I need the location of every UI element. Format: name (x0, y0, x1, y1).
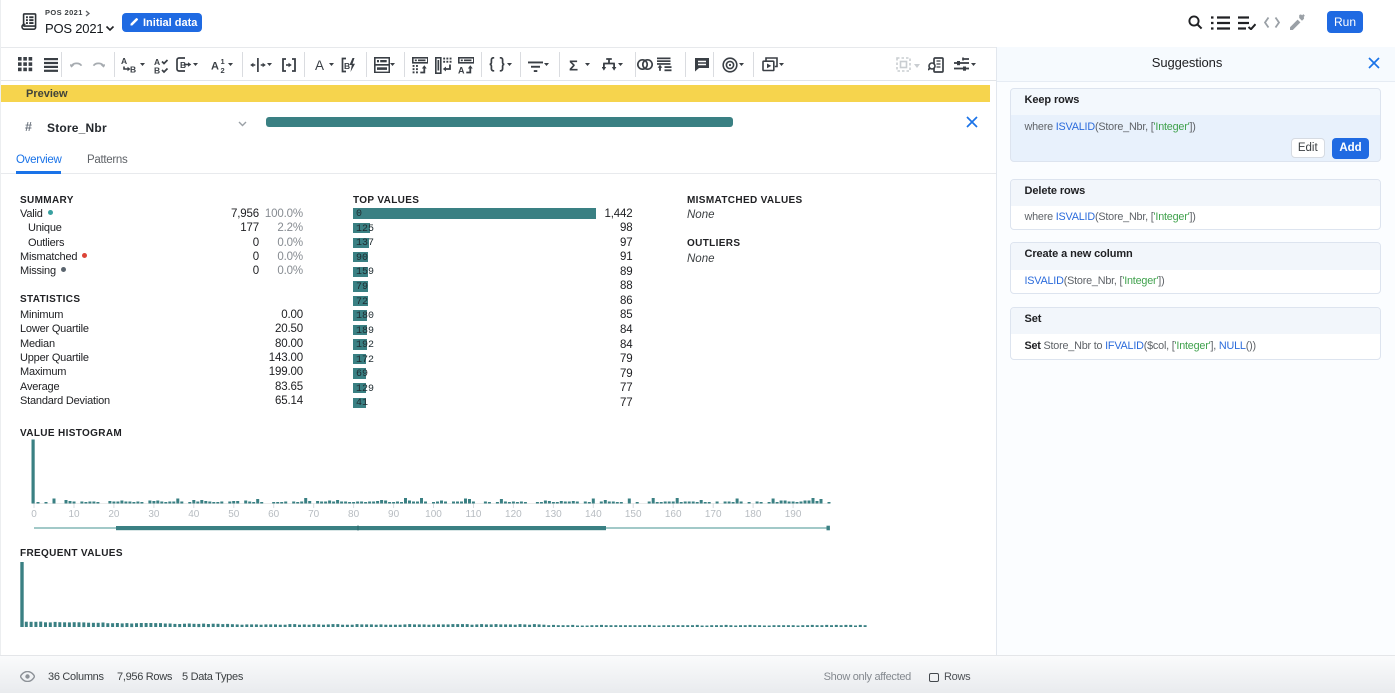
svg-text:120: 120 (505, 509, 522, 520)
svg-text:180: 180 (745, 509, 762, 520)
svg-text:170: 170 (705, 509, 722, 520)
svg-text:50: 50 (228, 509, 240, 520)
svg-text:160: 160 (665, 509, 682, 520)
svg-text:B: B (154, 65, 160, 74)
svg-text:80: 80 (348, 509, 360, 520)
svg-text:90: 90 (388, 509, 400, 520)
svg-text:Σ: Σ (569, 57, 578, 73)
svg-text:B: B (130, 64, 136, 74)
svg-text:A: A (315, 58, 324, 73)
svg-text:110: 110 (466, 509, 482, 520)
svg-text:30: 30 (148, 509, 160, 520)
svg-text:130: 130 (545, 509, 562, 520)
svg-text:A: A (458, 65, 465, 74)
svg-text:0: 0 (31, 509, 37, 520)
svg-text:150: 150 (625, 509, 642, 520)
svg-text:2: 2 (220, 66, 224, 74)
svg-text:1: 1 (220, 57, 224, 66)
svg-text:10: 10 (68, 509, 80, 520)
svg-text:A: A (121, 57, 127, 66)
svg-text:20: 20 (108, 509, 120, 520)
svg-text:A: A (211, 60, 219, 72)
svg-text:70: 70 (308, 509, 320, 520)
svg-text:190: 190 (785, 509, 802, 520)
svg-text:40: 40 (188, 509, 200, 520)
svg-text:140: 140 (585, 509, 602, 520)
svg-text:B: B (344, 61, 350, 71)
svg-text:100: 100 (425, 509, 442, 520)
svg-text:60: 60 (268, 509, 280, 520)
